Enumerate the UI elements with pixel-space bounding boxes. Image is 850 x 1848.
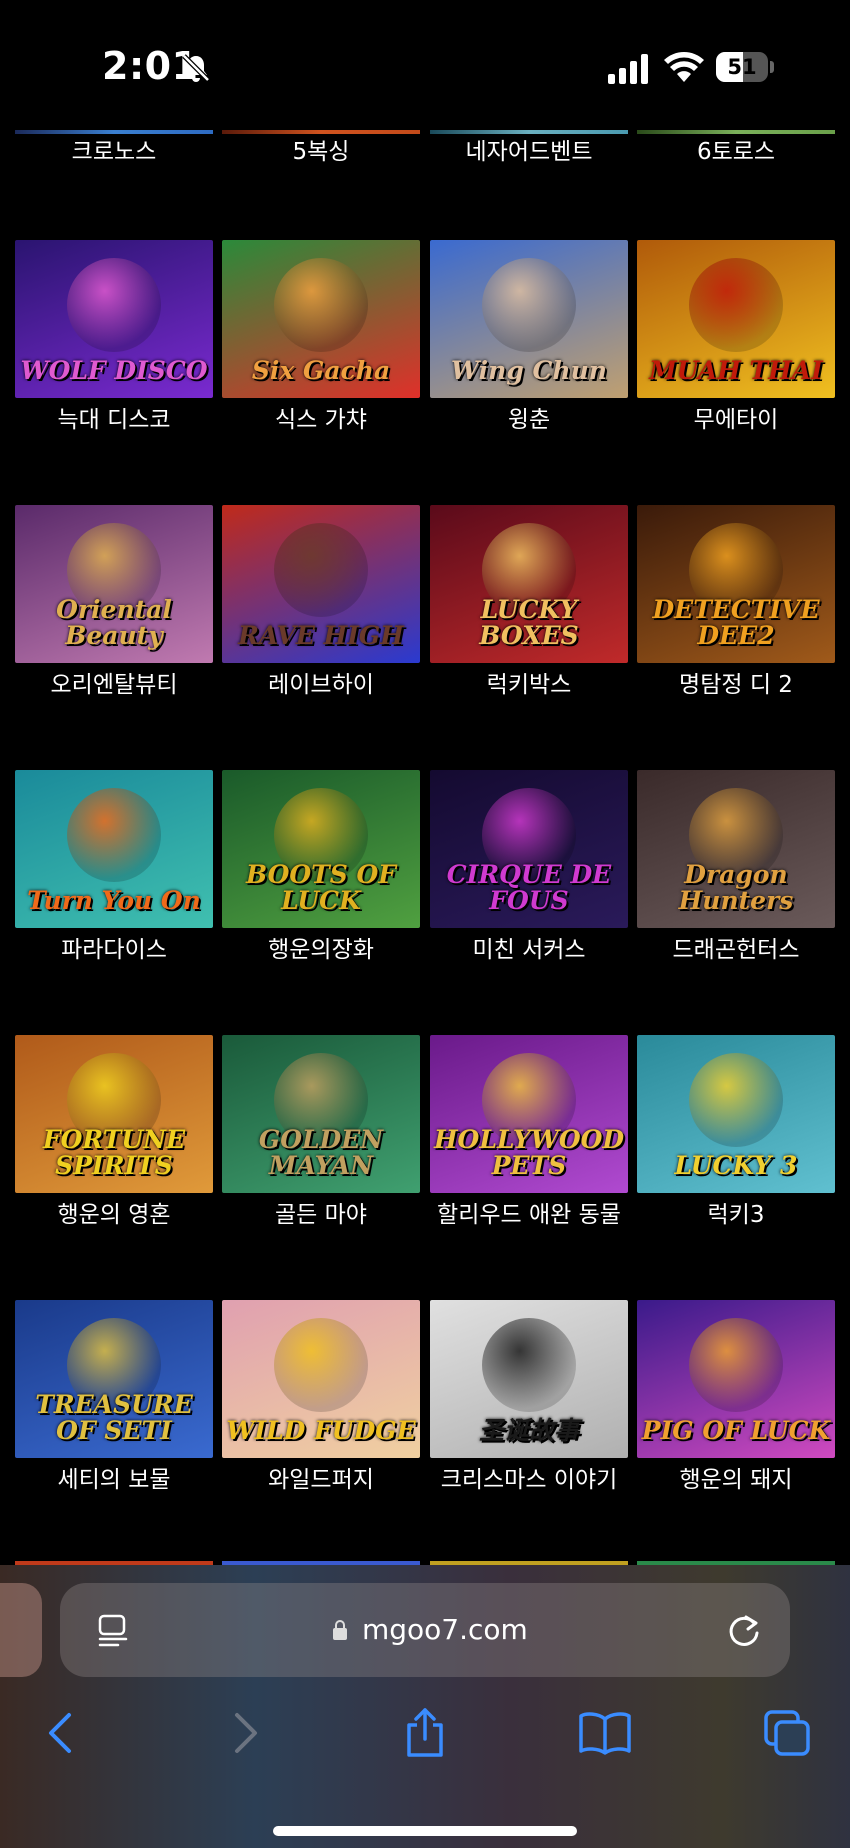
- game-title[interactable]: 럭키박스: [430, 669, 628, 702]
- game-art-figure: [67, 258, 161, 352]
- game-logo: HOLLYWOOD PETS: [433, 1125, 625, 1180]
- game-thumbnail[interactable]: DETECTIVE DEE2: [637, 505, 835, 663]
- reload-icon[interactable]: [726, 1611, 762, 1649]
- game-title[interactable]: 오리엔탈뷰티: [15, 669, 213, 702]
- game-thumbnail-edge[interactable]: [15, 130, 213, 134]
- game-title[interactable]: 행운의장화: [222, 934, 420, 967]
- game-logo: Wing Chun: [451, 356, 607, 385]
- game-logo: RAVE HIGH: [238, 621, 404, 650]
- game-art-figure: [274, 1318, 368, 1412]
- game-title[interactable]: 6토로스: [637, 136, 835, 169]
- game-art-figure: [274, 523, 368, 617]
- forward-button[interactable]: [210, 1698, 280, 1768]
- game-logo: DETECTIVE DEE2: [652, 595, 820, 650]
- home-indicator: [273, 1826, 577, 1836]
- game-thumbnail[interactable]: GOLDEN MAYAN: [222, 1035, 420, 1193]
- forward-icon: [235, 1713, 257, 1753]
- game-art-figure: [689, 1053, 783, 1147]
- game-thumbnail[interactable]: RAVE HIGH: [222, 505, 420, 663]
- tabs-button[interactable]: [752, 1698, 822, 1768]
- game-logo: TREASURE OF SETI: [35, 1390, 193, 1445]
- game-logo: LUCKY BOXES: [479, 595, 579, 650]
- game-logo: Six Gacha: [251, 356, 391, 385]
- game-title[interactable]: 식스 가챠: [222, 404, 420, 437]
- game-logo: 圣诞故事: [478, 1416, 579, 1445]
- game-art-figure: [274, 258, 368, 352]
- game-title[interactable]: 늑대 디스코: [15, 404, 213, 437]
- game-title[interactable]: 5복싱: [222, 136, 420, 169]
- game-thumbnail[interactable]: Oriental Beauty: [15, 505, 213, 663]
- game-title[interactable]: 세티의 보물: [15, 1464, 213, 1497]
- address-bar[interactable]: mgoo7.com: [60, 1583, 790, 1677]
- tabs-icon: [764, 1710, 810, 1756]
- browser-chrome: mgoo7.com: [0, 1565, 850, 1848]
- game-title[interactable]: 크로노스: [15, 136, 213, 169]
- previous-tab-peek[interactable]: [0, 1583, 42, 1677]
- game-art-figure: [67, 788, 161, 882]
- game-art-figure: [689, 258, 783, 352]
- share-icon: [407, 1708, 443, 1757]
- game-thumbnail[interactable]: Dragon Hunters: [637, 770, 835, 928]
- game-thumbnail[interactable]: Six Gacha: [222, 240, 420, 398]
- game-logo: GOLDEN MAYAN: [258, 1125, 384, 1180]
- game-logo: Dragon Hunters: [678, 860, 794, 915]
- bookmarks-button[interactable]: [570, 1698, 640, 1768]
- back-button[interactable]: [26, 1698, 96, 1768]
- game-art-figure: [482, 258, 576, 352]
- game-logo: CIRQUE DE FOUS: [446, 860, 612, 915]
- game-title[interactable]: 명탐정 디 2: [637, 669, 835, 702]
- game-title[interactable]: 크리스마스 이야기: [430, 1464, 628, 1497]
- game-title[interactable]: 골든 마야: [222, 1199, 420, 1232]
- game-thumbnail[interactable]: LUCKY 3: [637, 1035, 835, 1193]
- game-title[interactable]: 레이브하이: [222, 669, 420, 702]
- game-logo: BOOTS OF LUCK: [245, 860, 397, 915]
- back-icon: [49, 1713, 71, 1753]
- game-logo: FORTUNE SPIRITS: [42, 1125, 186, 1180]
- game-thumbnail[interactable]: TREASURE OF SETI: [15, 1300, 213, 1458]
- game-title[interactable]: 행운의 돼지: [637, 1464, 835, 1497]
- url-text[interactable]: mgoo7.com: [362, 1611, 528, 1649]
- game-title[interactable]: 무에타이: [637, 404, 835, 437]
- game-title[interactable]: 럭키3: [637, 1199, 835, 1232]
- game-thumbnail[interactable]: WILD FUDGE: [222, 1300, 420, 1458]
- game-logo: Turn You On: [27, 886, 201, 915]
- game-title[interactable]: 윙춘: [430, 404, 628, 437]
- game-thumbnail[interactable]: HOLLYWOOD PETS: [430, 1035, 628, 1193]
- browser-toolbar: [0, 1698, 850, 1798]
- game-thumbnail[interactable]: WOLF DISCO: [15, 240, 213, 398]
- game-thumbnail[interactable]: CIRQUE DE FOUS: [430, 770, 628, 928]
- game-title[interactable]: 와일드퍼지: [222, 1464, 420, 1497]
- game-thumbnail[interactable]: Wing Chun: [430, 240, 628, 398]
- game-grid: 크로노스 5복싱 네자어드벤트 6토로스 WOLF DISCO 늑대 디스코 Six Gac…: [0, 0, 850, 1565]
- game-art-figure: [482, 1318, 576, 1412]
- game-title[interactable]: 파라다이스: [15, 934, 213, 967]
- game-thumbnail[interactable]: FORTUNE SPIRITS: [15, 1035, 213, 1193]
- game-title[interactable]: 행운의 영혼: [15, 1199, 213, 1232]
- bookmarks-icon: [579, 1712, 631, 1755]
- game-thumbnail[interactable]: LUCKY BOXES: [430, 505, 628, 663]
- lock-icon: [333, 1620, 347, 1640]
- game-thumbnail[interactable]: Turn You On: [15, 770, 213, 928]
- game-art-figure: [689, 1318, 783, 1412]
- game-logo: MUAH THAI: [649, 356, 823, 385]
- game-logo: WILD FUDGE: [226, 1416, 416, 1445]
- game-thumbnail[interactable]: BOOTS OF LUCK: [222, 770, 420, 928]
- game-title[interactable]: 드래곤헌터스: [637, 934, 835, 967]
- game-thumbnail-edge[interactable]: [637, 130, 835, 134]
- game-title[interactable]: 미친 서커스: [430, 934, 628, 967]
- game-thumbnail[interactable]: PIG OF LUCK: [637, 1300, 835, 1458]
- game-thumbnail-edge[interactable]: [222, 130, 420, 134]
- game-thumbnail[interactable]: 圣诞故事: [430, 1300, 628, 1458]
- game-thumbnail[interactable]: MUAH THAI: [637, 240, 835, 398]
- game-logo: Oriental Beauty: [56, 595, 172, 650]
- game-title[interactable]: 네자어드벤트: [430, 136, 628, 169]
- game-logo: PIG OF LUCK: [641, 1416, 831, 1445]
- game-logo: LUCKY 3: [674, 1151, 798, 1180]
- share-button[interactable]: [390, 1698, 460, 1768]
- page-menu-icon[interactable]: [96, 1613, 130, 1647]
- game-thumbnail-edge[interactable]: [430, 130, 628, 134]
- game-title[interactable]: 할리우드 애완 동물: [430, 1199, 628, 1232]
- game-logo: WOLF DISCO: [20, 356, 208, 385]
